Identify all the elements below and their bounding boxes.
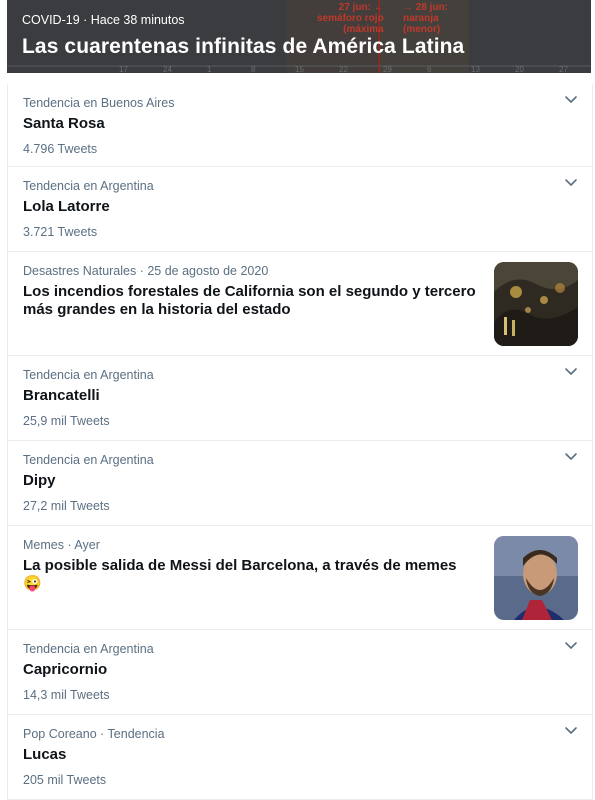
trend-name: Lola Latorre <box>23 198 110 215</box>
trend-count: 27,2 mil Tweets <box>23 499 110 513</box>
trend-item[interactable]: Tendencia en Buenos Aires Santa Rosa 4.7… <box>8 84 592 167</box>
hero-axis-tick: 17 <box>119 65 128 73</box>
hero-axis-tick: 1 <box>207 65 212 73</box>
trend-count: 14,3 mil Tweets <box>23 688 110 702</box>
trend-item[interactable]: Tendencia en Argentina Dipy 27,2 mil Twe… <box>8 441 592 526</box>
trend-item[interactable]: Tendencia en Argentina Capricornio 14,3 … <box>8 630 592 715</box>
news-meta: Memes · Ayer <box>23 538 100 552</box>
hero-annotation-left: 27 jun: ← semáforo rojo (máxima <box>317 2 384 35</box>
hero-axis-tick: 29 <box>383 65 392 73</box>
trend-meta: Tendencia en Buenos Aires <box>23 96 175 110</box>
news-thumbnail-messi[interactable] <box>494 536 578 620</box>
news-item[interactable]: Memes · Ayer La posible salida de Messi … <box>8 526 592 630</box>
hero-axis-tick: 24 <box>163 65 172 73</box>
hero-axis-tick: 27 <box>559 65 568 73</box>
trend-meta: Pop Coreano · Tendencia <box>23 727 165 741</box>
hero-axis-tick: 15 <box>295 65 304 73</box>
trend-name: Dipy <box>23 472 56 489</box>
trend-name: Santa Rosa <box>23 115 105 132</box>
chevron-down-icon[interactable] <box>564 726 578 736</box>
hero-axis-tick: 13 <box>471 65 480 73</box>
news-headline: Los incendios forestales de California s… <box>23 283 476 318</box>
trend-meta: Tendencia en Argentina <box>23 368 154 382</box>
trend-item[interactable]: Pop Coreano · Tendencia Lucas 205 mil Tw… <box>8 715 592 800</box>
explore-page: 17 24 1 8 15 22 29 6 13 20 27 27 jun: ← semáforo r… <box>0 0 595 800</box>
trend-item[interactable]: Tendencia en Argentina Lola Latorre 3.72… <box>8 167 592 252</box>
hero-axis-tick: 22 <box>339 65 348 73</box>
chevron-down-icon[interactable] <box>564 367 578 377</box>
hero-meta: COVID-19 · Hace 38 minutos <box>22 13 185 27</box>
chevron-down-icon[interactable] <box>564 95 578 105</box>
trend-count: 4.796 Tweets <box>23 142 98 156</box>
hero-annotation-right: → 28 jun: naranja (menor) <box>403 2 449 35</box>
trend-name: Lucas <box>23 746 67 763</box>
trend-item[interactable]: Tendencia en Argentina Brancatelli 25,9 … <box>8 356 592 441</box>
hero-card[interactable]: 17 24 1 8 15 22 29 6 13 20 27 27 jun: ← semáforo r… <box>7 0 591 73</box>
trend-meta: Tendencia en Argentina <box>23 453 154 467</box>
chevron-down-icon[interactable] <box>564 452 578 462</box>
trend-count: 3.721 Tweets <box>23 225 98 239</box>
news-meta: Desastres Naturales · 25 de agosto de 20… <box>23 264 269 278</box>
hero-axis-tick: 8 <box>251 65 256 73</box>
trend-meta: Tendencia en Argentina <box>23 642 154 656</box>
trend-meta: Tendencia en Argentina <box>23 179 154 193</box>
trend-count: 205 mil Tweets <box>23 773 107 787</box>
trend-name: Brancatelli <box>23 387 100 404</box>
trend-name: Capricornio <box>23 661 108 678</box>
hero-axis-tick: 6 <box>427 65 432 73</box>
hero-title: Las cuarentenas infinitas de América Lat… <box>22 35 465 58</box>
news-thumbnail-wildfire[interactable] <box>494 262 578 346</box>
chevron-down-icon[interactable] <box>564 641 578 651</box>
chevron-down-icon[interactable] <box>564 178 578 188</box>
hero-axis-tick: 20 <box>515 65 524 73</box>
trends-list: Tendencia en Buenos Aires Santa Rosa 4.7… <box>7 84 593 800</box>
news-item[interactable]: Desastres Naturales · 25 de agosto de 20… <box>8 252 592 356</box>
trend-count: 25,9 mil Tweets <box>23 414 110 428</box>
news-headline: La posible salida de Messi del Barcelona… <box>23 557 457 592</box>
